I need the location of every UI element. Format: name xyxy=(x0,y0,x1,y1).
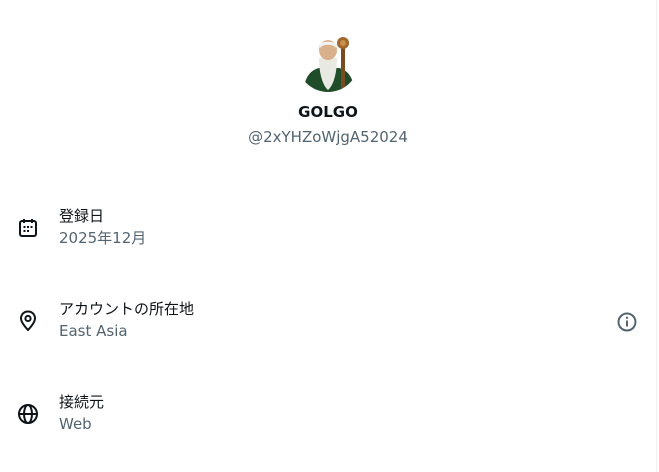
info-row-join-date: 登録日 2025年12月 xyxy=(0,203,656,253)
calendar-icon xyxy=(16,216,40,240)
info-row-value: 2025年12月 xyxy=(59,229,147,247)
info-row-title: 接続元 xyxy=(59,393,105,411)
info-row-text: 接続元 Web xyxy=(59,392,104,434)
avatar-image xyxy=(297,30,359,92)
info-row-title: アカウントの所在地 xyxy=(59,300,195,318)
info-icon[interactable] xyxy=(615,310,639,334)
display-name: GOLGO xyxy=(298,103,358,121)
avatar[interactable] xyxy=(297,30,359,92)
info-row-title: 登録日 xyxy=(59,207,105,225)
user-handle: @2xYHZoWjgA52024 xyxy=(248,128,408,146)
info-row-text: 登録日 2025年12月 xyxy=(59,206,146,248)
profile-header: GOLGO @2xYHZoWjgA52024 xyxy=(0,30,656,147)
info-row-value: East Asia xyxy=(59,322,128,340)
info-row-account-location: アカウントの所在地 East Asia xyxy=(0,296,656,346)
scrollbar-edge xyxy=(656,0,657,472)
info-row-connected-via: 接続元 Web xyxy=(0,389,656,439)
info-row-value: Web xyxy=(59,415,92,433)
info-row-text: アカウントの所在地 East Asia xyxy=(59,299,194,341)
globe-icon xyxy=(16,402,40,426)
location-pin-icon xyxy=(16,309,40,333)
